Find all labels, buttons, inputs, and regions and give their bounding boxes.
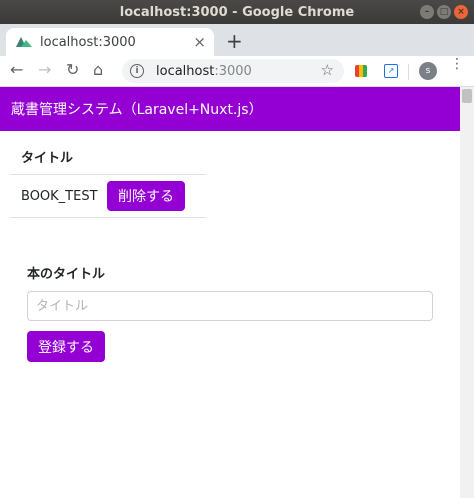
close-window-button[interactable]: × xyxy=(454,5,468,19)
app-title: 蔵書管理システム（Laravel+Nuxt.js） xyxy=(11,102,263,118)
close-tab-icon[interactable]: × xyxy=(193,33,206,51)
book-table: タイトル BOOK_TEST 削除する xyxy=(10,138,206,218)
window-controls: – □ × xyxy=(420,5,468,19)
back-arrow-icon[interactable]: ← xyxy=(10,60,23,79)
profile-avatar-icon[interactable]: s xyxy=(419,62,437,80)
url-port: :3000 xyxy=(214,63,252,79)
window-title: localhost:3000 - Google Chrome xyxy=(119,4,355,20)
book-title-label: 本のタイトル xyxy=(27,267,106,282)
register-button[interactable]: 登録する xyxy=(27,331,105,362)
page-scrollbar[interactable] xyxy=(460,87,474,498)
extension-open-icon[interactable]: ↗ xyxy=(384,64,398,78)
minimize-button[interactable]: – xyxy=(420,5,434,19)
new-tab-button[interactable]: + xyxy=(226,29,243,53)
site-info-icon[interactable]: i xyxy=(130,64,144,78)
page-viewport: 蔵書管理システム（Laravel+Nuxt.js） タイトル BOOK_TEST… xyxy=(0,87,474,498)
tab-strip: localhost:3000 × + xyxy=(0,24,474,56)
browser-menu-icon[interactable]: ⋮ xyxy=(450,57,464,71)
table-row: BOOK_TEST 削除する xyxy=(10,174,206,218)
tab-label: localhost:3000 xyxy=(40,34,136,50)
scrollbar-thumb[interactable] xyxy=(462,89,472,103)
toolbar-divider xyxy=(408,64,409,80)
maximize-button[interactable]: □ xyxy=(437,5,451,19)
browser-toolbar: ← → ↻ ⌂ i localhost:3000 ☆ ↗ s ⋮ xyxy=(0,56,474,87)
book-form: 本のタイトル 登録する xyxy=(27,263,433,362)
app-header: 蔵書管理システム（Laravel+Nuxt.js） xyxy=(0,87,460,131)
forward-arrow-icon[interactable]: → xyxy=(38,60,51,79)
bookmark-star-icon[interactable]: ☆ xyxy=(321,61,334,79)
book-title-input[interactable] xyxy=(27,291,433,321)
address-bar[interactable]: i localhost:3000 ☆ xyxy=(122,59,344,83)
reload-icon[interactable]: ↻ xyxy=(66,60,79,79)
url-host: localhost xyxy=(156,63,215,79)
extension-icon[interactable] xyxy=(355,65,367,77)
window-titlebar: localhost:3000 - Google Chrome – □ × xyxy=(0,0,474,24)
book-title-cell: BOOK_TEST xyxy=(21,188,98,204)
nuxt-logo-icon xyxy=(16,37,32,47)
home-icon[interactable]: ⌂ xyxy=(93,60,103,79)
table-header-title: タイトル xyxy=(21,150,74,166)
tab-localhost[interactable]: localhost:3000 × xyxy=(6,28,214,56)
delete-button[interactable]: 削除する xyxy=(107,181,185,211)
